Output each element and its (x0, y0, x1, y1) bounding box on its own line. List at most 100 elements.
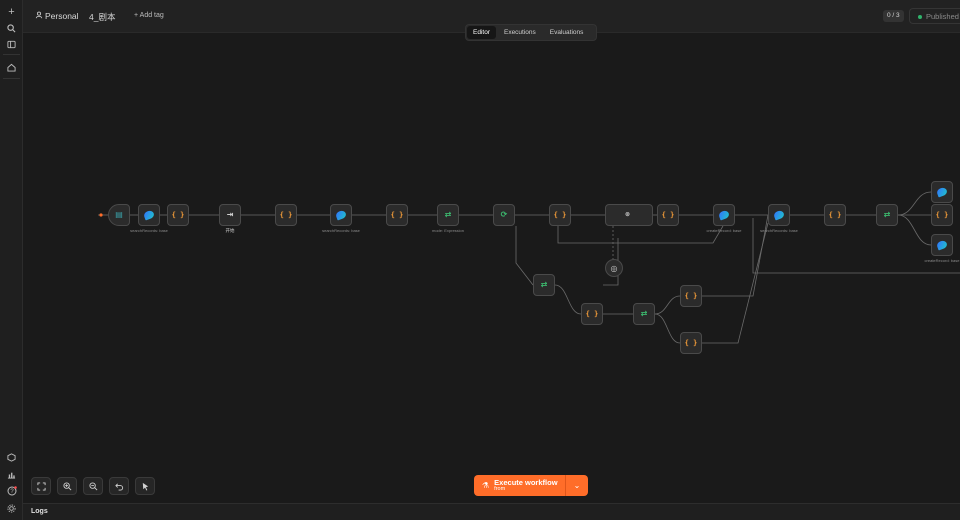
workflow-node-feishu[interactable] (330, 204, 352, 226)
workflow-node-feishu[interactable] (768, 204, 790, 226)
execute-from-label: from (494, 485, 506, 492)
workflow-node-start[interactable]: ⇥ (219, 204, 241, 226)
code-icon: { } (684, 291, 698, 300)
workflow-name[interactable]: 4_剧本 (89, 11, 115, 23)
sidebar-icon[interactable] (2, 36, 21, 52)
workflow-node-feishu[interactable] (931, 181, 953, 203)
node-label: createRecord: base (925, 258, 960, 263)
trigger-dot (99, 213, 103, 217)
code-icon: { } (171, 210, 185, 219)
node-title: 开始 (225, 228, 235, 233)
if-branch-icon: ⇄ (540, 280, 548, 289)
plus-icon[interactable]: + (2, 4, 21, 20)
workflow-node-if[interactable]: ⇄ (633, 303, 655, 325)
connection-layer (98, 191, 960, 344)
published-label: Published (926, 12, 959, 21)
rail-divider (3, 78, 20, 79)
code-icon: { } (661, 210, 675, 219)
chat-model-node[interactable]: ◎ (605, 259, 623, 277)
connection-n22-n24 (654, 313, 681, 344)
execute-workflow-label: Execute workflow (494, 477, 558, 487)
add-tag-button[interactable]: + Add tag (134, 12, 164, 19)
node-subtitle: mode: Expression (431, 228, 465, 233)
workflow-node-code[interactable]: { } (824, 204, 846, 226)
help-icon[interactable]: ? (2, 483, 21, 499)
home-icon[interactable] (2, 59, 21, 75)
logs-panel-bar[interactable]: Logs (23, 503, 960, 520)
node-subtitle: searchRecords: base (322, 228, 360, 233)
workflow-node-code[interactable]: { } (549, 204, 571, 226)
workflow-node-code[interactable]: { } (386, 204, 408, 226)
code-icon: { } (935, 210, 949, 219)
undo-icon[interactable] (109, 477, 129, 495)
connection-n22-n23 (654, 295, 681, 315)
rail-divider (3, 54, 20, 55)
feishu-icon (935, 239, 949, 251)
code-icon: { } (684, 338, 698, 347)
code-icon: { } (828, 210, 842, 219)
node-label: mode: Expression (432, 228, 464, 233)
branch-connection (702, 222, 769, 344)
zoom-in-icon[interactable] (57, 477, 77, 495)
logs-label: Logs (31, 508, 48, 515)
connection-n16-n17 (897, 191, 932, 216)
node-subtitle: createRecord: base (924, 258, 960, 263)
insights-icon[interactable] (2, 466, 21, 482)
clipboard-icon: ▤ (115, 210, 123, 219)
settings-icon[interactable] (2, 500, 21, 516)
template-icon[interactable] (2, 449, 21, 465)
tab-evaluations[interactable]: Evaluations (544, 26, 590, 39)
node-label: createRecord: base (707, 228, 742, 233)
code-icon: { } (390, 210, 404, 219)
workflow-node-if[interactable]: ⇄ (876, 204, 898, 226)
ai-agent-icon: ⊛ (624, 212, 631, 218)
status-dot (918, 15, 922, 20)
published-button[interactable]: Published (909, 8, 960, 24)
workflow-node-code[interactable]: { } (657, 204, 679, 226)
node-subtitle: createRecord: base (706, 228, 742, 233)
n8n-editor-window: + ? Personal 4_剧本 + Add tag 0 / 3 Publis… (0, 0, 960, 520)
node-subtitle: searchRecords: base (760, 228, 798, 233)
workflow-canvas[interactable]: ▤ searchRecords: base { } ⇥ 开始 { } searchRecor… (23, 33, 960, 503)
workflow-node-feishu[interactable] (713, 204, 735, 226)
execute-workflow-button[interactable]: ⚗ Execute workflow from ⌄ (474, 475, 588, 496)
execute-workflow-main[interactable]: ⚗ Execute workflow from (474, 475, 566, 496)
project-owner[interactable]: Personal (45, 11, 79, 21)
view-tabs: Editor Executions Evaluations (465, 24, 597, 41)
workflow-node-code[interactable]: { } (581, 303, 603, 325)
loop-back-connection (515, 226, 534, 286)
node-label: searchRecords: base (322, 228, 360, 233)
workflow-node-feishu[interactable] (138, 204, 160, 226)
loop-icon: ⟳ (500, 210, 508, 219)
node-label: 开始 (226, 228, 235, 233)
workflow-node-code[interactable]: { } (275, 204, 297, 226)
fit-view-icon[interactable] (31, 477, 51, 495)
workflow-node-code[interactable]: { } (680, 332, 702, 354)
feishu-icon (717, 209, 731, 221)
workflow-node-form[interactable]: ▤ (108, 204, 130, 226)
chevron-down-icon[interactable]: ⌄ (566, 475, 588, 496)
tab-executions[interactable]: Executions (498, 26, 542, 39)
search-icon[interactable] (2, 20, 21, 36)
workflow-node-code[interactable]: { } (167, 204, 189, 226)
workflow-node-loop[interactable]: ⟳ (493, 204, 515, 226)
workflow-node-feishu[interactable] (931, 234, 953, 256)
pointer-icon[interactable] (135, 477, 155, 495)
left-sidebar: + ? (0, 0, 23, 520)
zoom-out-icon[interactable] (83, 477, 103, 495)
workflow-node-code[interactable]: { } (680, 285, 702, 307)
code-icon: { } (585, 309, 599, 318)
workflow-node-code[interactable]: { } (931, 204, 953, 226)
feishu-icon (935, 186, 949, 198)
if-branch-icon: ⇄ (640, 309, 648, 318)
connection-n20-n21 (554, 284, 582, 315)
code-icon: { } (279, 210, 293, 219)
tab-editor[interactable]: Editor (467, 26, 496, 39)
node-subtitle: searchRecords: base (130, 228, 168, 233)
feishu-icon (142, 209, 156, 221)
user-icon (35, 11, 43, 21)
workflow-node-if[interactable]: ⇄ (533, 274, 555, 296)
workflow-node-if[interactable]: ⇄ (437, 204, 459, 226)
if-branch-icon: ⇄ (444, 210, 452, 219)
workflow-node-ai[interactable]: ⊛ (605, 204, 653, 226)
